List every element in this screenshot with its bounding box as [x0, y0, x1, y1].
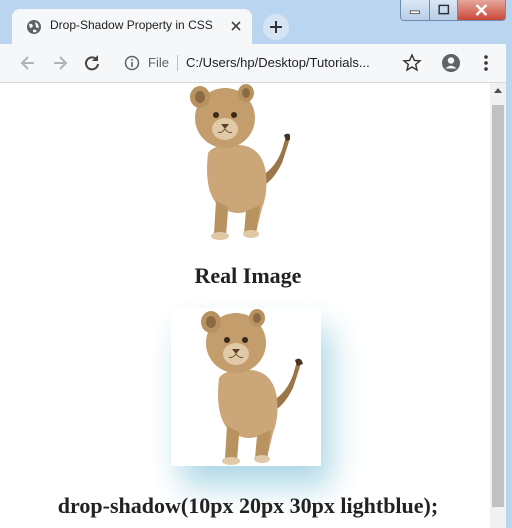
- back-arrow-icon[interactable]: [18, 53, 38, 73]
- new-tab-button[interactable]: [263, 14, 289, 40]
- minimize-icon: [409, 10, 420, 15]
- drop-shadow-image-frame: [171, 308, 321, 466]
- drop-shadow-caption: drop-shadow(10px 20px 30px lightblue);: [57, 493, 439, 518]
- address-bar[interactable]: File C:/Users/hp/Desktop/Tutorials...: [110, 49, 428, 77]
- close-icon[interactable]: [228, 18, 244, 34]
- minimize-button[interactable]: [401, 0, 430, 20]
- kebab-menu-icon[interactable]: [476, 53, 496, 73]
- lion-cub-image: [190, 84, 290, 240]
- real-image-caption: Real Image: [194, 263, 302, 288]
- url-text[interactable]: C:/Users/hp/Desktop/Tutorials...: [186, 55, 370, 70]
- tab-title: Drop-Shadow Property in CSS: [50, 18, 213, 32]
- scheme-label: File: [148, 55, 169, 70]
- browser-toolbar: File C:/Users/hp/Desktop/Tutorials...: [0, 44, 512, 83]
- title-bar: Drop-Shadow Property in CSS: [0, 0, 512, 44]
- profile-avatar-icon[interactable]: [441, 53, 461, 73]
- maximize-button[interactable]: [429, 0, 459, 20]
- plus-icon: [270, 21, 282, 33]
- forward-arrow-icon[interactable]: [50, 53, 70, 73]
- window-frame-edge: [506, 44, 512, 528]
- maximize-icon: [438, 4, 449, 15]
- tab-active[interactable]: Drop-Shadow Property in CSS: [12, 9, 252, 44]
- vertical-scrollbar[interactable]: [490, 83, 506, 528]
- omnibox-divider: [177, 55, 178, 71]
- close-window-icon: [475, 4, 488, 16]
- info-icon[interactable]: [124, 55, 140, 71]
- page-viewport: Real Image drop-shadow(10px 20px 30px li…: [0, 83, 490, 528]
- reload-icon[interactable]: [82, 53, 102, 73]
- lion-cub-image-shadowed: [201, 309, 303, 465]
- scrollbar-thumb[interactable]: [492, 105, 504, 507]
- scroll-up-arrow-icon[interactable]: [494, 88, 502, 93]
- close-window-button[interactable]: [458, 0, 505, 20]
- bookmark-star-icon[interactable]: [402, 53, 422, 73]
- globe-icon: [27, 20, 41, 34]
- window-controls: [400, 0, 506, 21]
